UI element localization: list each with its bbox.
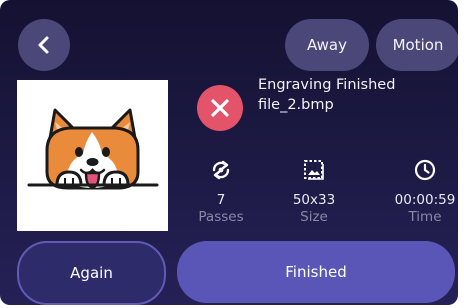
job-status-title: Engraving Finished <box>258 77 396 93</box>
job-file-name: file_2.bmp <box>258 97 334 113</box>
size-label: Size <box>300 209 328 225</box>
repeat-icon <box>212 160 230 180</box>
error-status-icon <box>197 85 243 131</box>
size-value: 50x33 <box>292 192 336 208</box>
passes-value: 7 <box>216 192 226 208</box>
motion-button[interactable]: Motion <box>376 19 458 71</box>
time-stat: 00:00:59 Time <box>385 157 458 226</box>
engraving-result-screen: Away Motion Engraving Finished file_2.bm… <box>0 0 458 305</box>
time-label: Time <box>408 209 442 225</box>
design-preview-image <box>17 80 168 231</box>
image-size-icon <box>304 160 324 180</box>
close-icon <box>211 99 229 117</box>
time-value: 00:00:59 <box>394 192 456 208</box>
back-button[interactable] <box>18 19 70 71</box>
size-stat: 50x33 Size <box>274 157 354 226</box>
corgi-illustration <box>27 108 159 190</box>
passes-label: Passes <box>198 209 244 225</box>
again-button[interactable]: Again <box>17 241 166 305</box>
away-button[interactable]: Away <box>285 19 369 71</box>
clock-icon <box>414 159 436 181</box>
chevron-left-icon <box>38 36 49 54</box>
passes-stat: 7 Passes <box>181 157 261 226</box>
finished-button[interactable]: Finished <box>177 241 455 303</box>
